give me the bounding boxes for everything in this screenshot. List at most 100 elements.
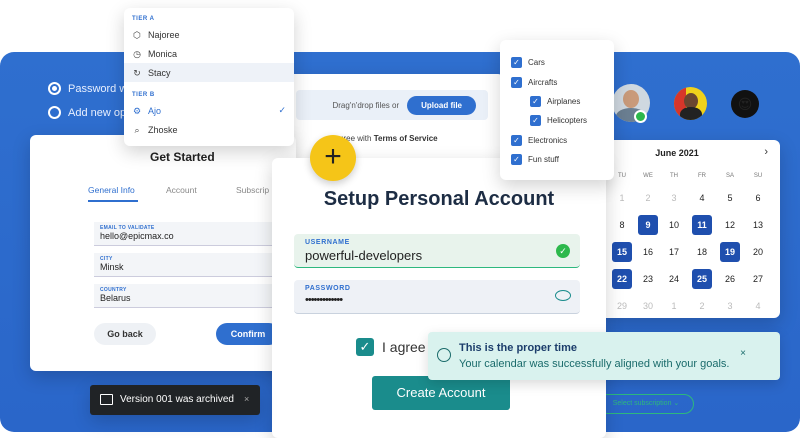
calendar-day[interactable]: 3 [664,188,684,208]
calendar-day[interactable]: 12 [720,215,740,235]
tier-item-zhoske[interactable]: ⌕ Zhoske [124,120,294,139]
calendar-day[interactable]: 23 [638,269,658,289]
setup-title: Setup Personal Account [323,188,555,210]
calendar-day[interactable]: 24 [664,269,684,289]
calendar-day[interactable]: 3 [720,296,740,316]
city-field[interactable]: CITY Minsk [94,253,274,277]
password-input[interactable]: PASSWORD ••••••••••••• [294,280,580,314]
tree-label: Helicopters [547,116,588,125]
calendar-day[interactable]: 19 [720,242,740,262]
weekday-label: SA [725,173,734,179]
tier-item-ajo[interactable]: ⚙ Ajo ✓ [124,101,294,120]
calendar-day[interactable]: 30 [638,296,658,316]
setup-account-card: Setup Personal Account USERNAME powerful… [272,158,606,438]
close-icon[interactable]: × [244,394,249,404]
avatar-woman[interactable] [674,87,707,120]
tree-label: Electronics [528,136,568,145]
tier-item-monica[interactable]: ◷ Monica [124,44,294,63]
weekday-label: TH [670,173,678,179]
confirm-button[interactable]: Confirm [216,323,280,345]
calendar-day[interactable]: 1 [664,296,684,316]
calendar-day[interactable]: 16 [638,242,658,262]
checkbox-icon[interactable]: ✓ [511,154,522,165]
tree-item-airplanes[interactable]: ✓ Airplanes [530,96,580,107]
tier-item-stacy[interactable]: ↻ Stacy [124,63,294,82]
eye-icon[interactable] [555,290,571,301]
tab-general-info[interactable]: General Info [88,185,135,195]
tier-item-najoree[interactable]: ⬡ Najoree [124,25,294,44]
calendar-day[interactable]: 8 [612,215,632,235]
checkbox-icon[interactable]: ✓ [530,96,541,107]
radio-selected-icon[interactable] [48,82,61,95]
avatar-emoji-icon[interactable]: 😍 [731,90,759,118]
get-started-card: Get Started General Info Account Subscri… [30,135,296,371]
calendar-day[interactable]: 17 [664,242,684,262]
calendar-day[interactable]: 6 [748,188,768,208]
card-title: Get Started [150,150,215,164]
username-input[interactable]: USERNAME powerful-developers ✓ [294,234,580,268]
refresh-icon: ↻ [133,67,141,78]
online-status-icon [634,110,647,123]
tree-item-helicopters[interactable]: ✓ Helicopters [530,115,587,126]
calendar-day[interactable]: 22 [612,269,632,289]
calendar-day[interactable]: 4 [692,188,712,208]
calendar-day[interactable]: 25 [692,269,712,289]
checkbox-icon[interactable]: ✓ [511,77,522,88]
tree-item-aircrafts[interactable]: ✓ Aircrafts [511,77,557,88]
create-account-button[interactable]: Create Account [372,376,510,410]
field-value: hello@epicmax.co [100,231,174,241]
calendar-day[interactable]: 5 [720,188,740,208]
checkbox-icon[interactable]: ✓ [511,135,522,146]
checkbox-icon[interactable]: ✓ [530,115,541,126]
checkbox-icon[interactable]: ✓ [511,57,522,68]
clock-icon: ◷ [133,48,141,59]
tier-item-label: Monica [148,48,178,59]
hexagon-icon: ⬡ [133,29,141,40]
tab-account[interactable]: Account [166,185,197,195]
dropzone[interactable]: Drag'n'drop files or Upload file [296,90,488,120]
checkbox-tree: ✓ Cars ✓ Aircrafts ✓ Airplanes ✓ Helicopters… [500,40,614,180]
tier-item-label: Ajo [148,105,162,116]
calendar-day[interactable]: 2 [638,188,658,208]
gear-icon: ⚙ [132,105,142,116]
calendar-day[interactable]: 18 [692,242,712,262]
username-value: powerful-developers [305,248,423,263]
active-tab-indicator [88,200,138,202]
terms-link[interactable]: Terms of Service [374,134,438,143]
calendar-day[interactable]: 11 [692,215,712,235]
calendar-month: June 2021 [655,148,699,158]
valid-check-icon: ✓ [556,244,570,258]
calendar-day[interactable]: 15 [612,242,632,262]
add-plus-button[interactable]: + [310,135,356,181]
select-subscription-button[interactable]: Select subscription ⌄ [598,394,694,414]
dropzone-text: Drag'n'drop files or [332,100,400,110]
radio-empty-icon[interactable] [48,106,61,119]
agree-checkbox[interactable]: ✓ [356,338,374,356]
calendar-day[interactable]: 1 [612,188,632,208]
calendar-day[interactable]: 13 [748,215,768,235]
calendar-day[interactable]: 10 [664,215,684,235]
close-icon[interactable]: × [740,348,746,359]
calendar-day[interactable]: 29 [612,296,632,316]
tree-label: Aircrafts [528,78,558,87]
go-back-button[interactable]: Go back [94,323,156,345]
calendar-day[interactable]: 2 [692,296,712,316]
toast-title: This is the proper time [459,342,577,354]
tree-item-electronics[interactable]: ✓ Electronics [511,135,567,146]
calendar-day[interactable]: 20 [748,242,768,262]
tier-b-header: TIER B [132,92,155,98]
calendar-day[interactable]: 26 [720,269,740,289]
terms-text: gree with Terms of Service [339,134,438,143]
chevron-right-icon[interactable]: › [764,146,768,158]
tree-item-cars[interactable]: ✓ Cars [511,57,545,68]
calendar-day[interactable]: 27 [748,269,768,289]
calendar-day[interactable]: 4 [748,296,768,316]
tree-item-fun-stuff[interactable]: ✓ Fun stuff [511,154,559,165]
email-field[interactable]: EMAIL TO VALIDATE hello@epicmax.co [94,222,274,246]
country-select[interactable]: COUNTRY Belarus [94,284,274,308]
tab-subscription[interactable]: Subscrip [236,185,269,195]
archive-icon [100,394,113,405]
calendar-day[interactable]: 9 [638,215,658,235]
upload-file-button[interactable]: Upload file [407,95,476,115]
check-icon: ✓ [278,105,286,115]
